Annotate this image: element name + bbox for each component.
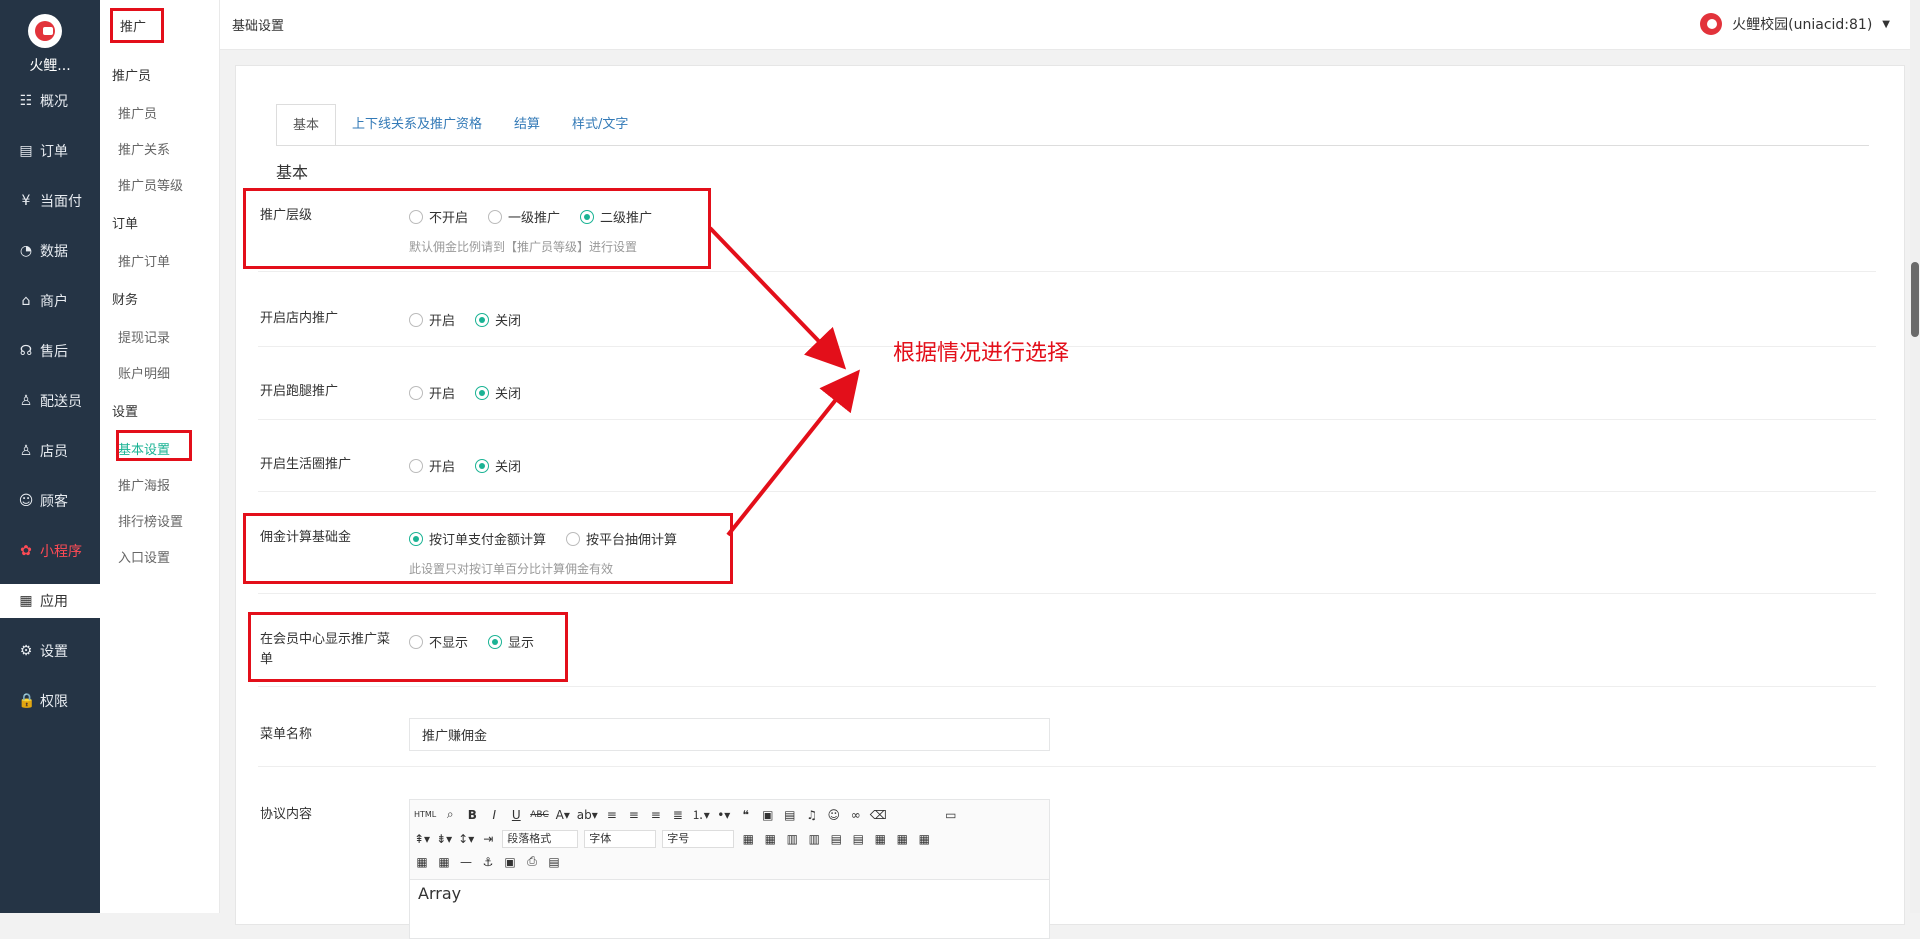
annotation-text: 根据情况进行选择 [893, 341, 1070, 366]
arrow-up-right [726, 369, 860, 537]
arrow-down-right [708, 226, 847, 370]
scrollbar-thumb[interactable] [1911, 262, 1919, 337]
page-scrollbar[interactable] [1910, 0, 1920, 913]
annotation-arrows [708, 226, 860, 537]
